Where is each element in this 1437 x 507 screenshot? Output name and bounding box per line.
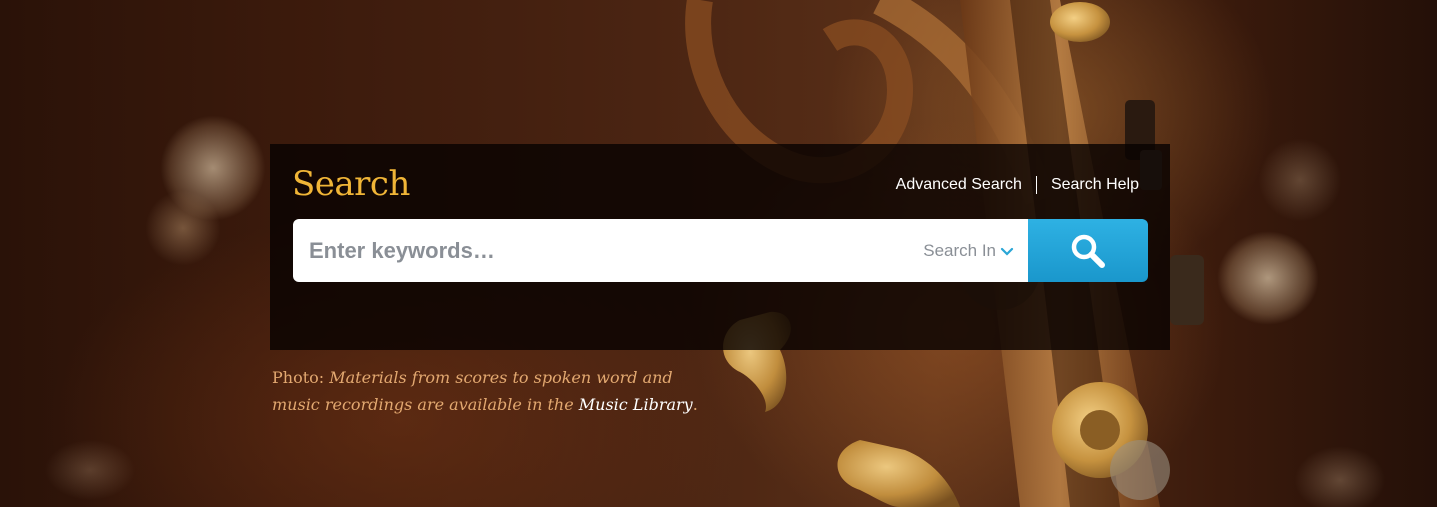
photo-caption: Photo: Materials from scores to spoken w…	[272, 364, 712, 418]
search-input-wrapper: Search In	[293, 219, 1028, 282]
advanced-search-link[interactable]: Advanced Search	[896, 176, 1022, 194]
caption-suffix: .	[692, 395, 698, 414]
search-bar: Search In	[293, 219, 1148, 282]
chevron-down-icon	[1000, 247, 1014, 256]
link-divider	[1035, 176, 1037, 194]
search-panel: Search Advanced Search Search Help Searc…	[270, 144, 1170, 350]
caption-prefix: Photo:	[272, 368, 330, 387]
search-title: Search	[292, 164, 410, 204]
search-submit-button[interactable]	[1028, 219, 1148, 282]
search-in-dropdown[interactable]: Search In	[923, 241, 1028, 261]
hero-banner: Search Advanced Search Search Help Searc…	[0, 0, 1437, 507]
search-help-link[interactable]: Search Help	[1051, 176, 1139, 194]
keyword-search-input[interactable]	[293, 219, 924, 282]
search-links: Advanced Search Search Help	[896, 176, 1139, 194]
music-library-link[interactable]: Music Library	[579, 395, 693, 414]
magnifier-icon	[1071, 234, 1105, 268]
search-in-label: Search In	[923, 240, 996, 260]
